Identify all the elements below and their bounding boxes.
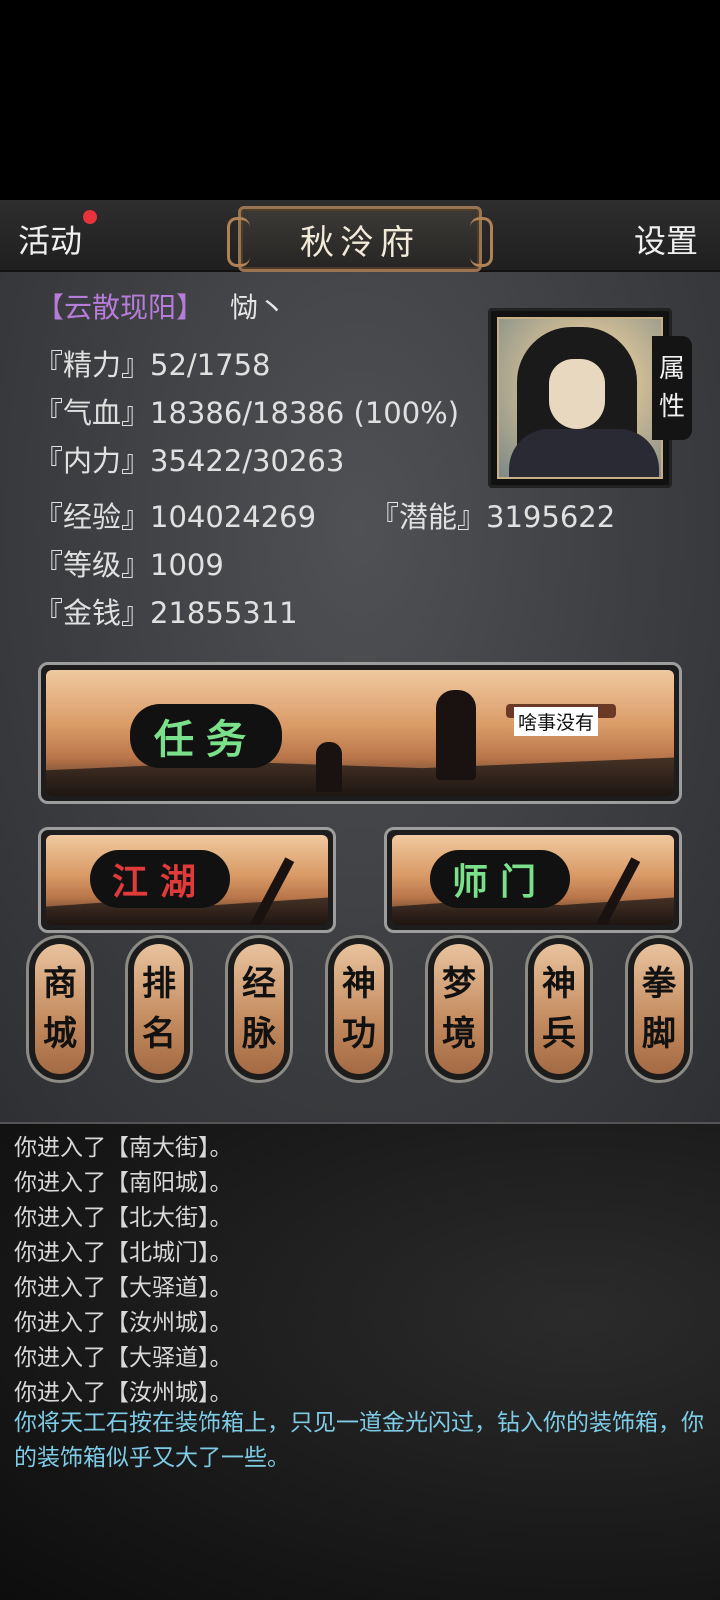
fist-skill-button-face: 拳 脚 bbox=[634, 944, 684, 1074]
ranking-button-face: 排 名 bbox=[134, 944, 184, 1074]
shop-button[interactable]: 商 城 bbox=[26, 935, 94, 1083]
stat-experience: 『经验』104024269 bbox=[34, 494, 316, 536]
stat-experience-value: 104024269 bbox=[150, 500, 317, 534]
portrait-face bbox=[549, 359, 605, 429]
stat-energy-value: 52/1758 bbox=[150, 348, 271, 382]
stat-money: 『金钱』21855311 bbox=[34, 590, 298, 632]
fist-skill-char-1: 拳 bbox=[642, 964, 676, 1004]
fist-skill-button[interactable]: 拳 脚 bbox=[625, 935, 693, 1083]
activity-button[interactable]: 活动 bbox=[18, 216, 82, 262]
stat-inner-power: 『内力』35422/30263 bbox=[34, 438, 344, 480]
location-plaque: 秋泠府 bbox=[227, 206, 493, 272]
stat-energy: 『精力』52/1758 bbox=[34, 342, 271, 384]
task-label: 任务 bbox=[130, 704, 282, 768]
notification-dot bbox=[83, 210, 97, 224]
log-line: 你进入了【南大街】。 bbox=[14, 1135, 233, 1161]
attributes-tab[interactable]: 属 性 bbox=[652, 336, 692, 440]
divine-weapon-button[interactable]: 神 兵 bbox=[525, 935, 593, 1083]
faction-label: 【云散现阳】 bbox=[36, 291, 205, 324]
swordsman-silhouette bbox=[436, 690, 476, 780]
log-line: 你进入了【大驿道】。 bbox=[14, 1345, 233, 1371]
fist-skill-char-2: 脚 bbox=[642, 1014, 676, 1054]
stat-inner-power-value: 35422/30263 bbox=[150, 444, 345, 478]
shop-char-2: 城 bbox=[43, 1014, 77, 1054]
log-highlight-message: 你将天工石按在装饰箱上，只见一道金光闪过，钻入你的装饰箱，你的装饰箱似乎又大了一… bbox=[14, 1410, 704, 1471]
location-title: 秋泠府 bbox=[300, 222, 420, 263]
stat-potential-label: 『潜能』 bbox=[370, 500, 487, 534]
ranking-char-1: 排 bbox=[142, 964, 176, 1004]
shop-button-face: 商 城 bbox=[35, 944, 85, 1074]
divine-weapon-char-2: 兵 bbox=[542, 1014, 576, 1054]
status-area bbox=[0, 0, 720, 200]
meridian-button-face: 经 脉 bbox=[234, 944, 284, 1074]
portrait-robe bbox=[509, 429, 659, 477]
shop-char-1: 商 bbox=[43, 964, 77, 1004]
divine-skill-button-face: 神 功 bbox=[334, 944, 384, 1074]
divine-weapon-char-1: 神 bbox=[542, 964, 576, 1004]
meridian-char-1: 经 bbox=[242, 964, 276, 1004]
log-line: 你进入了【北城门】。 bbox=[14, 1240, 233, 1266]
divine-skill-button[interactable]: 神 功 bbox=[325, 935, 393, 1083]
stat-health: 『气血』18386/18386 (100%) bbox=[34, 390, 459, 432]
log-line: 你进入了【汝州城】。 bbox=[14, 1310, 233, 1336]
stat-experience-label: 『经验』 bbox=[34, 500, 151, 534]
portrait-image bbox=[497, 317, 663, 479]
divine-weapon-button-face: 神 兵 bbox=[534, 944, 584, 1074]
stat-level-value: 1009 bbox=[150, 548, 224, 582]
ranking-char-2: 名 bbox=[142, 1014, 176, 1054]
character-portrait[interactable] bbox=[488, 308, 672, 488]
divine-skill-char-2: 功 bbox=[342, 1014, 376, 1054]
log-line: 你进入了【南阳城】。 bbox=[14, 1170, 233, 1196]
divine-skill-char-1: 神 bbox=[342, 964, 376, 1004]
stat-health-value: 18386/18386 (100%) bbox=[150, 396, 460, 430]
log-line: 你进入了【北大街】。 bbox=[14, 1205, 233, 1231]
traveler-silhouette bbox=[316, 742, 342, 792]
log-line: 你进入了【大驿道】。 bbox=[14, 1275, 233, 1301]
player-name: 恸丶 bbox=[230, 291, 287, 324]
dreamland-char-2: 境 bbox=[442, 1014, 476, 1054]
stat-potential: 『潜能』3195622 bbox=[370, 494, 615, 536]
dreamland-button[interactable]: 梦 境 bbox=[425, 935, 493, 1083]
stat-potential-value: 3195622 bbox=[486, 500, 616, 534]
stat-level-label: 『等级』 bbox=[34, 548, 151, 582]
attributes-tab-char-2: 性 bbox=[658, 392, 685, 422]
log-line: 你进入了【汝州城】。 bbox=[14, 1380, 233, 1406]
meridian-char-2: 脉 bbox=[242, 1014, 276, 1054]
dreamland-button-face: 梦 境 bbox=[434, 944, 484, 1074]
stat-level: 『等级』1009 bbox=[34, 542, 224, 584]
task-status-note: 啥事没有 bbox=[514, 707, 599, 736]
stat-inner-power-label: 『内力』 bbox=[34, 444, 151, 478]
meridian-button[interactable]: 经 脉 bbox=[225, 935, 293, 1083]
ranking-button[interactable]: 排 名 bbox=[125, 935, 193, 1083]
stat-money-label: 『金钱』 bbox=[34, 596, 151, 630]
settings-button[interactable]: 设置 bbox=[634, 216, 698, 262]
dreamland-char-1: 梦 bbox=[442, 964, 476, 1004]
stat-money-value: 21855311 bbox=[150, 596, 298, 630]
shimen-label: 师门 bbox=[430, 850, 570, 908]
stat-health-label: 『气血』 bbox=[34, 396, 151, 430]
jianghu-label: 江湖 bbox=[90, 850, 230, 908]
attributes-tab-char-1: 属 bbox=[658, 354, 685, 384]
stat-energy-label: 『精力』 bbox=[34, 348, 151, 382]
